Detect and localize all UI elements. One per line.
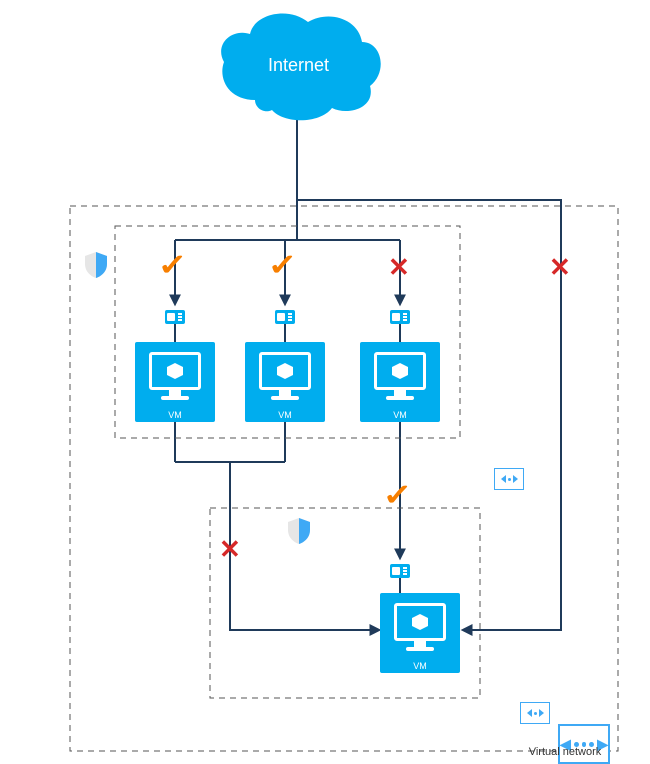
vm-node: VM: [135, 342, 215, 422]
subnet-icon: [520, 702, 550, 724]
vm-label: VM: [380, 661, 460, 671]
vm-node: VM: [360, 342, 440, 422]
nic-icon: [275, 310, 295, 324]
deny-icon: ✕: [219, 534, 241, 565]
vnet-label: Virtual network: [525, 746, 605, 758]
vnet-icon: ◀ ▶: [558, 724, 610, 764]
vm-label: VM: [245, 410, 325, 420]
shield-icon: [288, 518, 310, 544]
vm-node: VM: [245, 342, 325, 422]
allow-icon: ✓: [267, 248, 297, 283]
shield-icon: [85, 252, 107, 278]
nic-icon: [165, 310, 185, 324]
deny-icon: ✕: [549, 252, 571, 283]
allow-icon: ✓: [157, 248, 187, 283]
nic-icon: [390, 564, 410, 578]
vm-label: VM: [135, 410, 215, 420]
nic-icon: [390, 310, 410, 324]
allow-icon: ✓: [382, 478, 412, 513]
subnet-icon: [494, 468, 524, 490]
vm-node: VM: [380, 593, 460, 673]
internet-label: Internet: [268, 55, 329, 76]
deny-icon: ✕: [388, 252, 410, 283]
diagram-stage: Internet Network security group ✓ ✓ ✕ ✕ …: [0, 0, 650, 764]
vm-label: VM: [360, 410, 440, 420]
